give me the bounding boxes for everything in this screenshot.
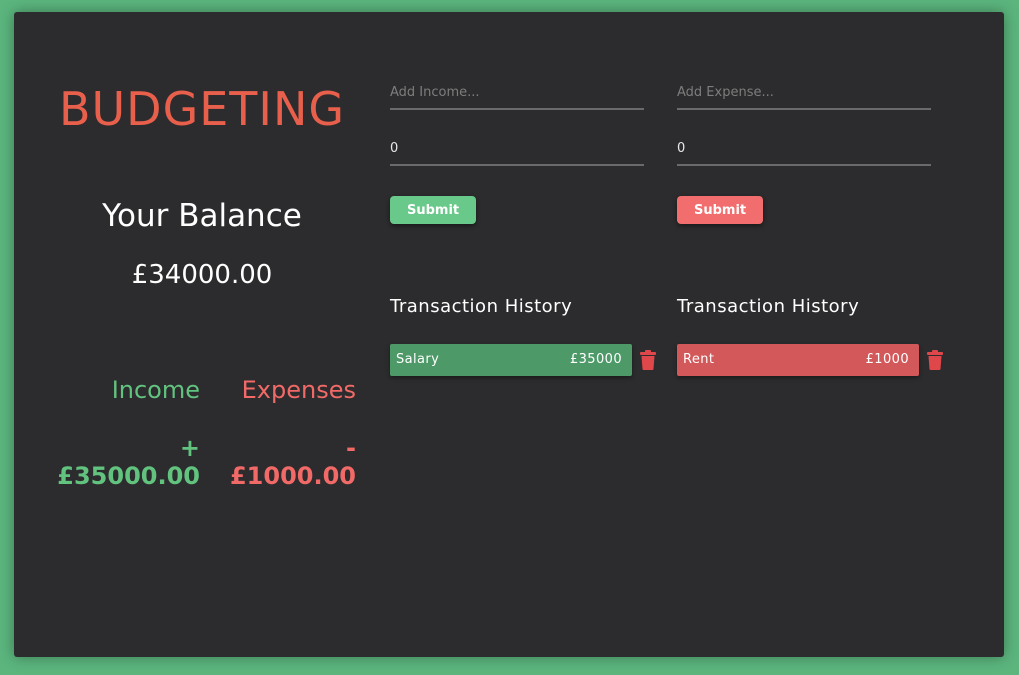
income-amount-input[interactable] (390, 132, 644, 166)
transaction-name: Rent (683, 352, 715, 367)
income-label: Income (111, 376, 200, 404)
expense-amount-input[interactable] (677, 132, 931, 166)
transaction-amount: £35000 (569, 352, 622, 367)
balance-value: £34000.00 (131, 260, 273, 290)
income-transaction-row: Salary £35000 (390, 344, 680, 376)
expense-transaction-row: Rent £1000 (677, 344, 967, 376)
expense-label: Expenses (241, 376, 356, 404)
expense-history-title: Transaction History (677, 296, 860, 317)
income-form: Submit (390, 76, 644, 224)
income-history-title: Transaction History (390, 296, 573, 317)
app-title: BUDGETING (58, 82, 346, 136)
expense-history: Transaction History Rent £1000 (677, 296, 967, 376)
balance-label: Your Balance (102, 198, 302, 234)
expense-submit-button[interactable]: Submit (677, 196, 764, 224)
income-submit-button[interactable]: Submit (390, 196, 477, 224)
budget-app: BUDGETING Your Balance £34000.00 Income … (14, 12, 1004, 657)
income-transaction-bar: Salary £35000 (390, 344, 632, 376)
trash-icon[interactable] (926, 350, 944, 370)
income-text-input[interactable] (390, 76, 644, 110)
expense-total: -£1000.00 (229, 434, 356, 490)
expense-form: Submit (677, 76, 931, 224)
expense-text-input[interactable] (677, 76, 931, 110)
expense-transaction-bar: Rent £1000 (677, 344, 919, 376)
trash-icon[interactable] (639, 350, 657, 370)
income-history: Transaction History Salary £35000 (390, 296, 680, 376)
income-total: +£35000.00 (57, 434, 200, 490)
transaction-name: Salary (396, 352, 440, 367)
balance-panel: BUDGETING Your Balance £34000.00 Income … (50, 80, 356, 490)
transaction-amount: £1000 (865, 352, 909, 367)
